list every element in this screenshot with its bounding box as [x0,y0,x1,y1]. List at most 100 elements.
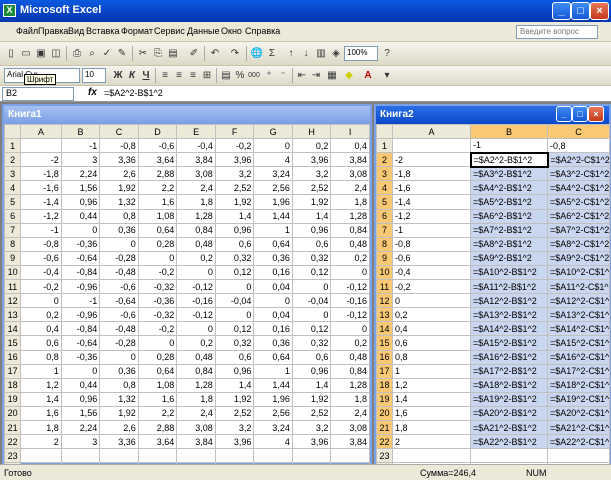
cell-a6[interactable]: -1,2 [20,208,62,224]
cell-d22[interactable]: 3,64 [137,434,178,450]
row-header[interactable]: 6 [376,208,393,224]
cell-b8[interactable]: =$A8^2-B$1^2 [470,236,548,252]
row-header[interactable]: 8 [3,236,22,252]
cell-h1[interactable]: 0,2 [291,138,332,154]
cell-i15[interactable]: 0,2 [330,335,370,351]
cell-b14[interactable]: =$A14^2-B$1^2 [470,321,548,337]
cell-e8[interactable]: 0,48 [176,236,216,252]
cell-c22[interactable]: =$A22^2-C$1^2 [547,434,610,450]
cell-h22[interactable]: 3,96 [291,434,332,450]
column-header-g[interactable]: G [253,123,293,140]
cell-a7[interactable]: -1 [20,222,62,238]
cell-d18[interactable]: 1,08 [137,377,178,393]
percent-button[interactable]: % [233,69,247,83]
cell-g10[interactable]: 0,16 [253,264,293,281]
cell-h6[interactable]: 1,4 [291,208,332,224]
cell-d12[interactable]: -0,36 [137,293,178,309]
cell-c19[interactable]: =$A19^2-C$1^2 [547,391,610,407]
cell-a12[interactable]: 0 [20,293,62,309]
cell-i18[interactable]: 1,28 [330,377,370,393]
cell-f23[interactable] [214,448,255,464]
cell-a3[interactable]: -1,8 [392,166,471,182]
row-header[interactable]: 15 [3,335,22,351]
print-icon[interactable]: ⎙ [70,47,84,61]
cell-c2[interactable]: 3,36 [99,152,139,168]
row-header[interactable]: 2 [3,152,22,168]
row-header[interactable]: 9 [376,250,393,266]
cell-d17[interactable]: 0,64 [137,363,178,379]
cell-c19[interactable]: 1,32 [99,391,139,407]
cell-c14[interactable]: -0,48 [99,321,139,337]
new-file-icon[interactable]: ▯ [4,47,18,61]
cell-h15[interactable]: 0,32 [291,335,332,351]
cell-f22[interactable]: 3,96 [214,434,255,450]
cell-e12[interactable]: -0,16 [176,293,216,309]
cell-g20[interactable]: 2,56 [253,405,293,421]
cell-b2[interactable]: =$A2^2-B$1^2 [469,151,549,168]
copy-icon[interactable]: ⎘ [151,47,165,61]
cell-a13[interactable]: 0,2 [392,307,471,323]
spelling-icon[interactable]: ✓ [100,47,114,61]
cell-b5[interactable]: =$A5^2-B$1^2 [470,194,548,210]
cell-f18[interactable]: 1,4 [214,377,255,393]
column-header-b[interactable]: B [60,123,101,140]
cell-a19[interactable]: 1,4 [392,391,471,407]
cell-b23[interactable] [470,448,548,464]
cell-g17[interactable]: 1 [253,363,293,379]
cell-c12[interactable]: =$A12^2-C$1^2 [547,293,610,309]
cell-a15[interactable]: 0,6 [20,335,62,351]
cell-e10[interactable]: 0 [176,264,216,281]
cell-a6[interactable]: -1,2 [392,208,471,224]
cell-a18[interactable]: 1,2 [392,377,471,393]
cell-c9[interactable]: -0,28 [99,250,139,266]
cell-c11[interactable]: -0,6 [99,279,139,295]
cell-d7[interactable]: 0,64 [137,222,178,238]
toolbar-options-icon[interactable]: ▾ [380,69,394,83]
cell-i16[interactable]: 0,48 [330,349,370,365]
row-header[interactable]: 10 [376,264,393,281]
cell-h20[interactable]: 2,52 [291,405,332,421]
cell-i5[interactable]: 1,8 [330,194,370,210]
row-header[interactable]: 11 [3,279,22,295]
paste-icon[interactable]: ▤ [166,47,180,61]
cell-b19[interactable]: 0,96 [60,391,101,407]
cell-c16[interactable]: 0 [99,349,139,365]
cell-h18[interactable]: 1,4 [291,377,332,393]
cell-h14[interactable]: 0,12 [291,321,332,337]
cell-d23[interactable] [137,448,178,464]
cell-g21[interactable]: 3,24 [253,419,293,436]
cell-c22[interactable]: 3,36 [99,434,139,450]
cell-g16[interactable]: 0,64 [253,349,293,365]
cell-h17[interactable]: 0,96 [291,363,332,379]
cell-b21[interactable]: =$A21^2-B$1^2 [470,419,548,436]
cell-a16[interactable]: 0,8 [20,349,62,365]
cell-g5[interactable]: 1,96 [253,194,293,210]
cell-e20[interactable]: 2,4 [176,405,216,421]
row-header[interactable]: 1 [3,138,22,154]
cell-d11[interactable]: -0,32 [137,279,178,295]
row-header[interactable]: 17 [376,363,393,379]
cell-h7[interactable]: 0,96 [291,222,332,238]
align-center-icon[interactable]: ≡ [172,69,186,83]
decrease-decimal-icon[interactable]: ⁻ [276,69,290,83]
cell-h11[interactable]: 0 [291,279,332,295]
cell-c16[interactable]: =$A16^2-C$1^2 [547,349,610,365]
cell-b9[interactable]: =$A9^2-B$1^2 [470,250,548,266]
cell-g18[interactable]: 1,44 [253,377,293,393]
menu-edit[interactable]: Правка [38,26,68,36]
cell-b11[interactable]: -0,96 [60,279,101,295]
cell-g22[interactable]: 4 [253,434,293,450]
function-icon[interactable]: fx [88,87,97,98]
cell-i11[interactable]: -0,12 [330,279,370,295]
column-header-b[interactable]: B [470,123,548,140]
row-header[interactable]: 18 [376,377,393,393]
italic-button[interactable]: К [125,69,139,83]
cell-h21[interactable]: 3,2 [291,419,332,436]
cell-b23[interactable] [60,448,101,464]
book2-close-button[interactable]: × [588,106,604,122]
cell-e3[interactable]: 3,08 [176,166,216,182]
column-header-i[interactable]: I [330,123,370,140]
row-header[interactable]: 5 [376,194,393,210]
cell-a8[interactable]: -0,8 [392,236,471,252]
cell-g8[interactable]: 0,64 [253,236,293,252]
